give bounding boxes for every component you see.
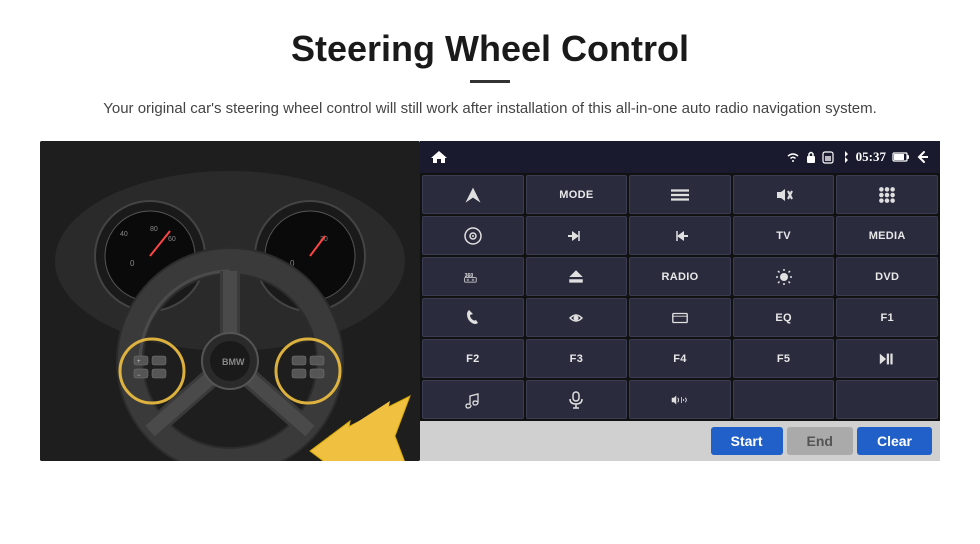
lock-icon [806,151,816,164]
btn-apps[interactable] [836,175,938,214]
status-bar: 05:37 [420,141,940,173]
btn-prev[interactable] [526,216,628,255]
end-button[interactable]: End [787,427,853,455]
title-divider [470,80,510,83]
control-panel: 05:37 [420,141,940,461]
sim-icon [822,151,834,164]
btn-settings[interactable] [422,216,524,255]
wifi-icon [786,151,800,163]
btn-window[interactable] [629,298,731,337]
btn-eq[interactable]: EQ [733,298,835,337]
page-subtitle: Your original car's steering wheel contr… [40,97,940,121]
svg-text:0: 0 [130,259,135,268]
btn-brightness[interactable] [733,257,835,296]
btn-f5[interactable]: F5 [733,339,835,378]
btn-next[interactable] [629,216,731,255]
bluetooth-icon [840,150,850,164]
content-area: 0 60 80 40 0 30 [40,141,940,461]
btn-music[interactable] [422,380,524,419]
svg-text:40: 40 [120,231,128,238]
btn-360[interactable]: 360 [422,257,524,296]
btn-empty-2[interactable] [836,380,938,419]
btn-play-pause[interactable] [836,339,938,378]
btn-dvd[interactable]: DVD [836,257,938,296]
button-grid: MODE [420,173,940,421]
svg-text:−: − [137,373,141,379]
btn-tv[interactable]: TV [733,216,835,255]
btn-f2[interactable]: F2 [422,339,524,378]
btn-media[interactable]: MEDIA [836,216,938,255]
battery-icon [892,151,910,163]
svg-text:+: + [137,359,141,365]
svg-text:80: 80 [150,226,158,233]
btn-mode[interactable]: MODE [526,175,628,214]
btn-empty-1[interactable] [733,380,835,419]
svg-text:60: 60 [168,236,176,243]
steering-wheel-image: 0 60 80 40 0 30 [40,141,420,461]
btn-f4[interactable]: F4 [629,339,731,378]
btn-f1[interactable]: F1 [836,298,938,337]
clear-button[interactable]: Clear [857,427,932,455]
steering-wheel-svg: 0 60 80 40 0 30 [40,141,420,461]
back-icon [916,150,930,164]
btn-eject[interactable] [526,257,628,296]
btn-phone[interactable] [422,298,524,337]
page-wrapper: Steering Wheel Control Your original car… [0,0,980,461]
start-button[interactable]: Start [711,427,783,455]
btn-vol-phone[interactable] [629,380,731,419]
status-time: 05:37 [856,149,886,165]
svg-text:BMW: BMW [222,357,245,367]
svg-text:360: 360 [464,273,473,279]
home-icon [430,150,448,164]
status-bar-right: 05:37 [786,149,930,165]
btn-mute[interactable] [733,175,835,214]
btn-navigate[interactable] [422,175,524,214]
status-bar-left [430,150,448,164]
btn-mic[interactable] [526,380,628,419]
btn-radio[interactable]: RADIO [629,257,731,296]
btn-f3[interactable]: F3 [526,339,628,378]
btn-menu[interactable] [629,175,731,214]
action-bar: Start End Clear [420,421,940,461]
btn-swipe[interactable] [526,298,628,337]
page-title: Steering Wheel Control [40,28,940,70]
